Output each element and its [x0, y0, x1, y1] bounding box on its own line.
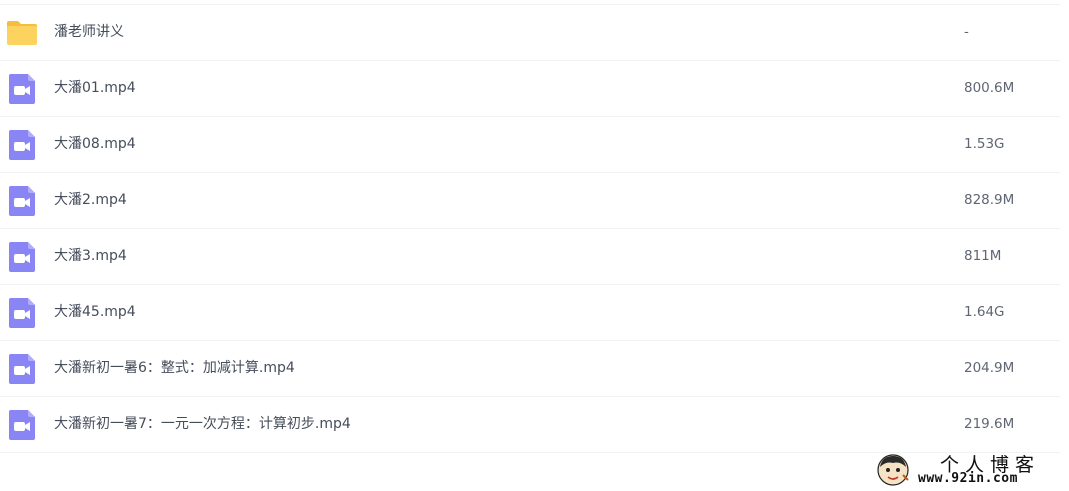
file-row-video[interactable]: 大潘3.mp4 811M [0, 229, 1060, 285]
folder-icon [6, 17, 38, 49]
file-size: 1.64G [964, 304, 1005, 320]
file-size: 204.9M [964, 360, 1015, 376]
file-row-folder[interactable]: 潘老师讲义 - [0, 5, 1060, 61]
file-name[interactable]: 大潘01.mp4 [54, 61, 136, 116]
file-name[interactable]: 大潘2.mp4 [54, 173, 127, 228]
file-row-video[interactable]: 大潘08.mp4 1.53G [0, 117, 1060, 173]
file-row-video[interactable]: 大潘新初一暑7：一元一次方程：计算初步.mp4 219.6M [0, 397, 1060, 453]
file-row-video[interactable]: 大潘新初一暑6：整式：加减计算.mp4 204.9M [0, 341, 1060, 397]
file-size: 219.6M [964, 416, 1015, 432]
file-name[interactable]: 大潘3.mp4 [54, 229, 127, 284]
file-size: 800.6M [964, 80, 1015, 96]
video-file-icon [6, 353, 38, 385]
video-file-icon [6, 297, 38, 329]
video-file-icon [6, 73, 38, 105]
file-name[interactable]: 大潘新初一暑6：整式：加减计算.mp4 [54, 341, 295, 396]
file-list: 潘老师讲义 - 大潘01.mp4 800.6M 大潘08.mp4 1.53G 大… [0, 4, 1060, 453]
file-name[interactable]: 大潘08.mp4 [54, 117, 136, 172]
file-size: - [964, 24, 969, 40]
file-size: 828.9M [964, 192, 1015, 208]
video-file-icon [6, 409, 38, 441]
video-file-icon [6, 129, 38, 161]
file-size: 1.53G [964, 136, 1005, 152]
file-size: 811M [964, 248, 1002, 264]
file-name[interactable]: 大潘45.mp4 [54, 285, 136, 340]
file-row-video[interactable]: 大潘2.mp4 828.9M [0, 173, 1060, 229]
file-name[interactable]: 潘老师讲义 [54, 5, 124, 60]
video-file-icon [6, 185, 38, 217]
watermark-url: www.92in.com [918, 471, 1018, 486]
file-row-video[interactable]: 大潘45.mp4 1.64G [0, 285, 1060, 341]
file-name[interactable]: 大潘新初一暑7：一元一次方程：计算初步.mp4 [54, 397, 351, 452]
file-row-video[interactable]: 大潘01.mp4 800.6M [0, 61, 1060, 117]
blog-watermark: 个人博客 www.92in.com [874, 449, 1069, 491]
video-file-icon [6, 241, 38, 273]
avatar-icon [876, 453, 910, 487]
